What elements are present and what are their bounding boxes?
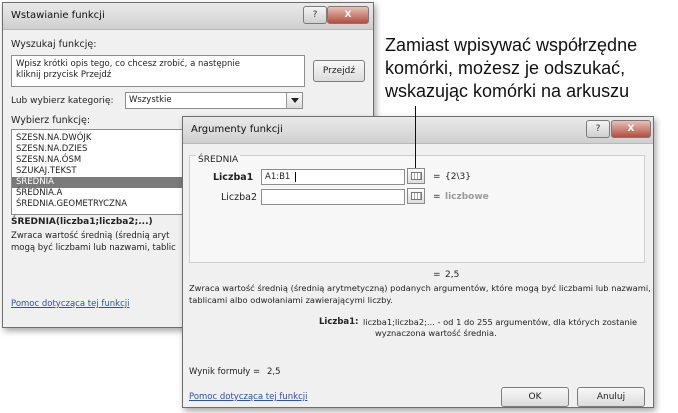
function-arguments-dialog: Argumenty funkcji ? X ŚREDNIA Liczba1 A1… <box>182 116 654 408</box>
callout-text: Zamiast wpisywać współrzędne komórki, mo… <box>385 34 675 103</box>
go-button[interactable]: Przejdź <box>313 60 365 82</box>
formula-result-label: Wynik formuły = <box>189 367 261 377</box>
arg1-input[interactable]: A1:B1 <box>261 169 405 185</box>
formula-result-value: 2,5 <box>267 367 281 377</box>
function-description-line1: Zwraca wartość średnią (średnią arytmety… <box>189 283 651 293</box>
arguments-close-button[interactable]: X <box>611 120 651 138</box>
insert-help-link[interactable]: Pomoc dotycząca tej funkcji <box>11 299 129 309</box>
text-cursor <box>295 172 296 182</box>
range-picker-icon <box>411 172 422 180</box>
select-function-label: Wybierz funkcję: <box>11 115 91 126</box>
chevron-down-icon <box>291 98 299 103</box>
callout-line: wskazując komórki na arkuszu <box>385 81 630 101</box>
arguments-title: Argumenty funkcji <box>191 124 283 135</box>
cancel-button[interactable]: Anuluj <box>577 387 645 407</box>
search-label: Wyszukaj funkcję: <box>11 39 97 50</box>
function-description-line2: mogą być liczbami lub nazwami, tablic <box>11 243 176 253</box>
callout-line: komórki, możesz je odszukać, <box>385 58 626 78</box>
insert-function-titlebar: Wstawianie funkcji ? X <box>3 3 373 30</box>
function-list-item[interactable]: ŚREDNIA.A <box>16 188 62 199</box>
arg1-label: Liczba1 <box>213 172 254 183</box>
total-result: 2,5 <box>445 270 460 280</box>
arguments-help-button[interactable]: ? <box>586 120 610 138</box>
arg1-range-picker-button[interactable] <box>407 168 425 184</box>
function-list-item[interactable]: SZUKAJ.TEKST <box>16 166 77 177</box>
function-list-item[interactable]: SZESN.NA.DWÓJK <box>16 133 92 144</box>
arg1-result: {2\3} <box>445 172 471 182</box>
argument-help-line2: wyznaczona wartość średnia. <box>375 328 497 338</box>
arg2-input[interactable] <box>261 189 405 205</box>
insert-function-title: Wstawianie funkcji <box>11 10 105 21</box>
function-list-item-selected[interactable]: ŚREDNIA <box>12 177 182 188</box>
function-description-line2: tablicami albo odwołaniami zawierającymi… <box>189 295 393 305</box>
search-input-text: Wpisz krótki opis tego, co chcesz zrobić… <box>16 59 240 80</box>
arg1-value: A1:B1 <box>265 172 291 182</box>
search-input[interactable]: Wpisz krótki opis tego, co chcesz zrobić… <box>11 55 305 87</box>
arg1-equals: = <box>433 172 441 182</box>
ok-button[interactable]: OK <box>501 387 569 407</box>
category-label: Lub wybierz kategorię: <box>11 96 114 106</box>
insert-help-button[interactable]: ? <box>303 6 327 24</box>
argument-help-label: Liczba1: <box>319 317 359 327</box>
arg2-result: liczbowe <box>445 192 489 202</box>
function-list-item[interactable]: SZESN.NA.ÓSM <box>16 155 81 166</box>
arg2-label: Liczba2 <box>221 192 258 203</box>
category-select[interactable]: Wszystkie <box>125 92 303 109</box>
callout-line: Zamiast wpisywać współrzędne <box>385 35 638 55</box>
function-list-item[interactable]: SZESN.NA.DZIES <box>16 144 87 155</box>
range-picker-icon <box>411 192 422 200</box>
arguments-titlebar: Argumenty funkcji ? X <box>183 117 653 144</box>
insert-close-button[interactable]: X <box>327 6 369 24</box>
arg2-equals: = <box>433 192 441 202</box>
arguments-help-link[interactable]: Pomoc dotycząca tej funkcji <box>189 392 307 402</box>
function-list[interactable]: SZESN.NA.DWÓJK SZESN.NA.DZIES SZESN.NA.Ó… <box>11 129 182 215</box>
total-equals: = <box>433 270 441 280</box>
category-dropdown-button[interactable] <box>286 93 302 108</box>
group-label: ŚREDNIA <box>196 155 241 165</box>
argument-help-line1: liczba1;liczba2;... - od 1 do 255 argume… <box>363 317 638 327</box>
function-description-line1: Zwraca wartość średnią (średnią aryt <box>11 231 170 241</box>
function-list-item[interactable]: ŚREDNIA.GEOMETRYCZNA <box>16 199 127 210</box>
function-signature: ŚREDNIA(liczba1;liczba2;...) <box>11 217 153 227</box>
category-value: Wszystkie <box>129 95 172 105</box>
arg2-range-picker-button[interactable] <box>407 188 425 204</box>
callout-pointer-line <box>415 106 416 168</box>
